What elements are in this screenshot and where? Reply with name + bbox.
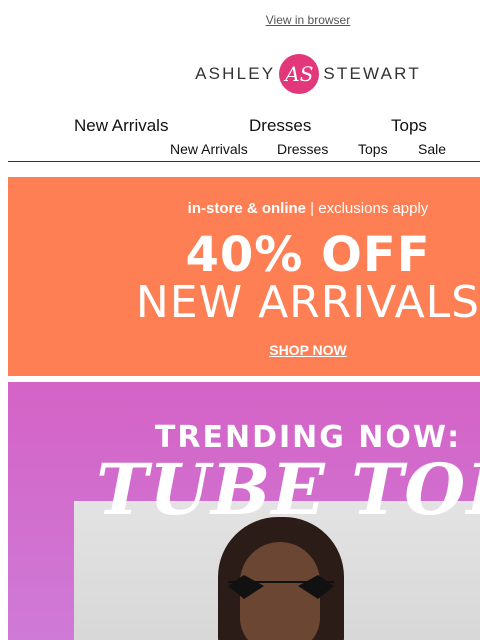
promo-eyebrow-light: exclusions apply (318, 200, 429, 217)
promo-eyebrow-bold: in-store & online (187, 200, 307, 217)
trending-banner[interactable]: TRENDING NOW: TUBE TOP (8, 382, 480, 640)
brand-name-left: ASHLEY (195, 64, 276, 83)
sunglasses-icon (228, 575, 334, 599)
primary-nav: New Arrivals Dresses Tops (0, 116, 480, 136)
brand-monogram-icon: AS (279, 54, 320, 94)
nav-primary-new-arrivals[interactable]: New Arrivals (74, 116, 168, 136)
brand-logo[interactable]: ASHLEY AS STEWART (0, 54, 480, 94)
trending-title: TUBE TOP (96, 448, 480, 531)
secondary-nav: New Arrivals Dresses Tops Sale (0, 141, 480, 157)
promo-eyebrow-separator: | (306, 200, 319, 217)
nav-divider (8, 161, 480, 162)
nav-primary-dresses[interactable]: Dresses (249, 116, 311, 136)
brand-name-right: STEWART (323, 64, 421, 83)
view-in-browser-link[interactable]: View in browser (0, 13, 480, 27)
promo-headline: 40% OFF (185, 227, 431, 283)
nav-primary-tops[interactable]: Tops (391, 116, 427, 136)
promo-eyebrow: in-store & online | exclusions apply (8, 200, 480, 217)
promo-subhead: NEW ARRIVALS (135, 277, 480, 328)
nav-secondary-new-arrivals[interactable]: New Arrivals (170, 141, 248, 157)
shop-now-link[interactable]: SHOP NOW (8, 342, 480, 358)
nav-secondary-sale[interactable]: Sale (418, 141, 446, 157)
nav-secondary-dresses[interactable]: Dresses (277, 141, 328, 157)
promo-banner[interactable]: in-store & online | exclusions apply 40%… (8, 177, 480, 376)
nav-secondary-tops[interactable]: Tops (358, 141, 388, 157)
